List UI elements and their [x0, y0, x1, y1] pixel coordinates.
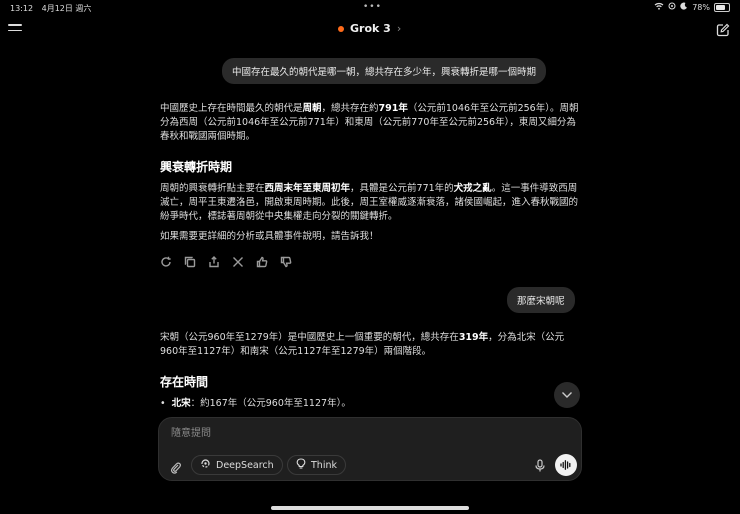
status-date: 4月12日 週六	[41, 4, 92, 13]
user-message: 那麼宋朝呢	[507, 287, 575, 313]
model-status-dot	[338, 25, 344, 32]
x-share-icon[interactable]	[232, 253, 244, 267]
microphone-icon[interactable]	[533, 458, 547, 474]
deepsearch-icon	[200, 458, 211, 472]
battery-level-fill	[716, 4, 726, 10]
answer-paragraph: 周朝的興衰轉折點主要在西周末年至東周初年，具體是公元前771年的犬戎之亂。這一事…	[160, 183, 579, 222]
assistant-answer: 宋朝（公元960年至1279年）是中國歷史上一個重要的朝代，總共存在319年，分…	[160, 331, 580, 411]
waveform-icon	[560, 460, 571, 470]
regenerate-icon[interactable]	[160, 253, 172, 267]
chevron-right-icon: ›	[396, 22, 402, 35]
moon-icon	[680, 2, 688, 12]
paperclip-icon[interactable]	[169, 460, 183, 474]
answer-heading: 興衰轉折時期	[160, 160, 233, 174]
chevron-down-icon	[562, 392, 572, 398]
scroll-down-button[interactable]	[554, 382, 580, 408]
bullet-dot-icon: •	[160, 398, 166, 409]
answer-paragraph: 中國歷史上存在時間最久的朝代是周朝，總共存在約791年（公元前1046年至公元前…	[160, 103, 579, 142]
thumbs-up-icon[interactable]	[256, 253, 268, 268]
home-indicator[interactable]	[271, 506, 469, 510]
assistant-answer: 中國歷史上存在時間最久的朝代是周朝，總共存在約791年（公元前1046年至公元前…	[160, 102, 580, 250]
copy-icon[interactable]	[184, 253, 196, 268]
answer-heading: 存在時間	[160, 375, 209, 389]
prompt-input[interactable]	[169, 427, 553, 440]
share-icon[interactable]	[208, 253, 220, 268]
new-chat-icon[interactable]	[716, 22, 730, 37]
battery-icon	[714, 2, 730, 12]
answer-paragraph: 宋朝（公元960年至1279年）是中國歷史上一個重要的朝代，總共存在319年，分…	[160, 332, 565, 357]
battery-percent: 78%	[692, 2, 710, 12]
top-bar: Grok 3 ›	[0, 16, 740, 46]
model-selector[interactable]: Grok 3 ›	[338, 22, 401, 35]
answer-closing: 如果需要更詳細的分析或具體事件說明，請告訴我！	[160, 231, 379, 242]
deepsearch-label: DeepSearch	[216, 459, 274, 471]
wifi-icon	[654, 2, 664, 12]
think-button[interactable]: Think	[287, 455, 346, 475]
status-bar: 13:12 4月12日 週六 ••• 78%	[0, 0, 740, 14]
status-time: 13:12	[10, 4, 34, 13]
location-icon	[668, 2, 676, 12]
voice-mode-button[interactable]	[555, 454, 577, 476]
lightbulb-icon	[296, 458, 306, 472]
think-label: Think	[311, 459, 337, 471]
thumbs-down-icon[interactable]	[280, 253, 292, 268]
multitasking-dots-icon[interactable]: •••	[363, 2, 382, 12]
user-message: 中國存在最久的朝代是哪一朝，總共存在多少年，興衰轉折是哪一個時期	[222, 58, 547, 84]
answer-actions	[160, 253, 292, 268]
list-item: • 北宋：約167年（公元960年至1127年）。	[160, 398, 351, 409]
sidebar-menu-icon[interactable]	[8, 24, 22, 34]
model-name: Grok 3	[350, 22, 391, 35]
composer: DeepSearch Think	[158, 417, 582, 481]
deepsearch-button[interactable]: DeepSearch	[191, 455, 283, 475]
